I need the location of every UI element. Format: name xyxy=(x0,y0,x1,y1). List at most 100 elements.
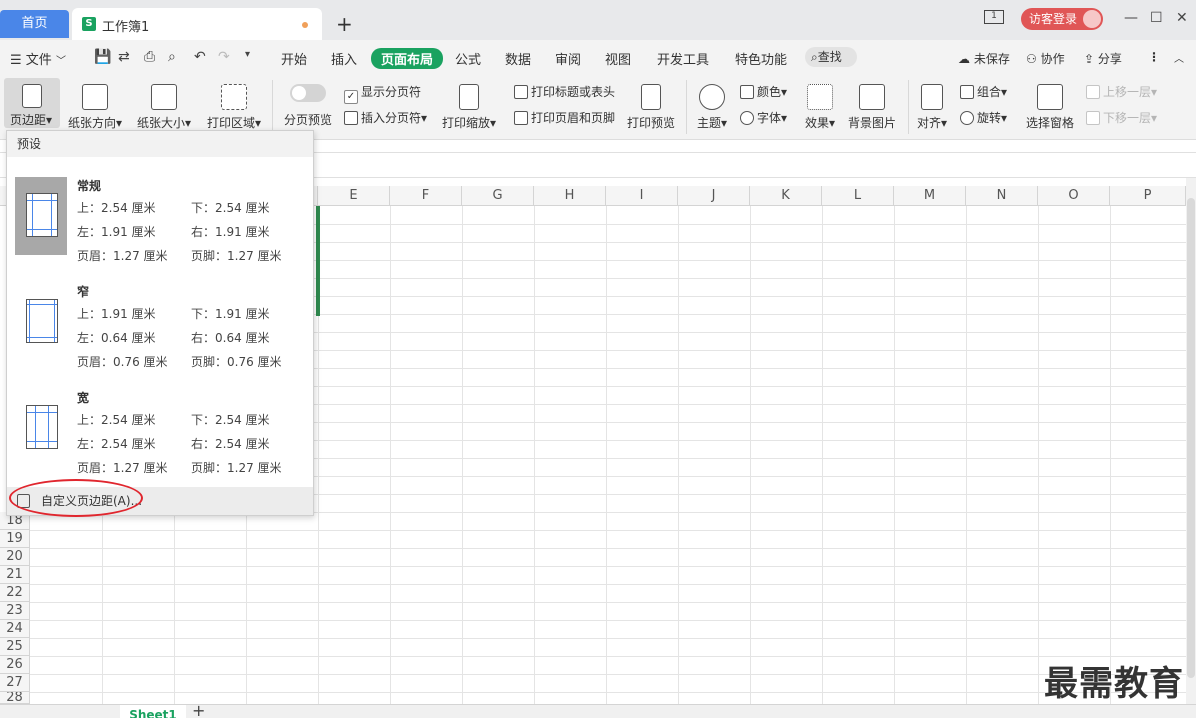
save-icon[interactable]: 💾 xyxy=(94,49,111,65)
print-preview-icon[interactable]: ⌕ xyxy=(168,49,176,65)
column-header-p[interactable]: P xyxy=(1110,186,1186,206)
align-button[interactable]: 对齐▾ xyxy=(914,78,950,131)
margin-left: 左：1.91 厘米 xyxy=(77,225,156,239)
collab-button[interactable]: ⚇ 协作 xyxy=(1026,50,1065,67)
column-header-f[interactable]: F xyxy=(390,186,462,206)
column-header-k[interactable]: K xyxy=(750,186,822,206)
column-header-i[interactable]: I xyxy=(606,186,678,206)
tab-view[interactable]: 视图 xyxy=(605,49,631,68)
rotate-icon xyxy=(960,111,974,125)
print-header-footer-button[interactable]: 打印页眉和页脚 xyxy=(514,109,615,126)
page-layout-indicator-icon[interactable]: 1 xyxy=(984,10,1004,24)
row-header-23[interactable]: 23 xyxy=(0,602,30,620)
print-header-footer-label: 打印页眉和页脚 xyxy=(531,111,616,125)
preset-thumb-bg xyxy=(15,177,67,255)
page-break-preview-toggle[interactable] xyxy=(290,84,326,102)
preset-wide[interactable]: 宽 上：2.54 厘米 下：2.54 厘米 左：2.54 厘米 右：2.54 厘… xyxy=(7,377,313,481)
undo-icon[interactable]: ↶ xyxy=(194,49,206,65)
orientation-button[interactable]: 纸张方向▾ xyxy=(66,78,124,131)
preset-name: 窄 xyxy=(77,285,90,299)
insert-page-break-button[interactable]: 插入分页符▾ xyxy=(344,109,427,126)
row-header-26[interactable]: 26 xyxy=(0,656,30,674)
grid-line xyxy=(30,602,1186,603)
column-header-j[interactable]: J xyxy=(678,186,750,206)
column-header-o[interactable]: O xyxy=(1038,186,1110,206)
row-header-27[interactable]: 27 xyxy=(0,674,30,692)
row-header-28[interactable]: 28 xyxy=(0,692,30,704)
grid-line xyxy=(30,656,1186,657)
more-options-icon[interactable]: ⋮ xyxy=(1148,50,1160,64)
fonts-button[interactable]: 字体▾ xyxy=(740,109,787,126)
login-button[interactable]: 访客登录 xyxy=(1021,8,1103,30)
tab-insert[interactable]: 插入 xyxy=(331,49,357,68)
print-preview-button[interactable]: 打印预览 xyxy=(626,78,676,131)
bring-forward-label: 上移一层 xyxy=(1103,85,1152,99)
colors-button[interactable]: 颜色▾ xyxy=(740,83,787,100)
scrollbar-thumb[interactable] xyxy=(1187,198,1195,678)
show-page-breaks-checkbox[interactable]: ✓ 显示分页符 xyxy=(344,83,421,104)
page-break-preview-label[interactable]: 分页预览 xyxy=(284,111,332,128)
bring-forward-button[interactable]: 上移一层▾ xyxy=(1086,83,1157,100)
grid-line xyxy=(30,566,1186,567)
effects-button[interactable]: 效果▾ xyxy=(802,78,838,131)
tab-page-layout[interactable]: 页面布局 xyxy=(371,48,444,69)
unsaved-status[interactable]: ☁ 未保存 xyxy=(958,50,1010,67)
paper-size-button[interactable]: 纸张大小▾ xyxy=(134,78,194,131)
row-header-22[interactable]: 22 xyxy=(0,584,30,602)
quick-access-dropdown-icon[interactable]: ▾ xyxy=(245,49,250,60)
column-header-l[interactable]: L xyxy=(822,186,894,206)
file-menu[interactable]: ☰ 文件 ﹀ xyxy=(10,49,66,68)
ribbon-divider xyxy=(908,80,909,134)
margin-bottom: 下：1.91 厘米 xyxy=(191,307,270,321)
tab-start[interactable]: 开始 xyxy=(281,49,307,68)
theme-button[interactable]: 主题▾ xyxy=(694,78,730,131)
column-header-g[interactable]: G xyxy=(462,186,534,206)
minimize-icon[interactable]: — xyxy=(1124,10,1138,26)
print-scale-button[interactable]: 打印缩放▾ xyxy=(440,78,498,131)
redo-icon[interactable]: ↷ xyxy=(218,49,230,65)
tab-special-features[interactable]: 特色功能 xyxy=(735,49,787,68)
tab-formulas[interactable]: 公式 xyxy=(455,49,481,68)
print-icon[interactable]: ⎙ xyxy=(144,49,155,65)
tab-workbook[interactable]: S 工作簿1 xyxy=(72,8,322,40)
orientation-icon xyxy=(82,84,108,110)
tab-review[interactable]: 审阅 xyxy=(555,49,581,68)
preset-normal[interactable]: 常规 上：2.54 厘米 下：2.54 厘米 左：1.91 厘米 右：1.91 … xyxy=(7,165,313,269)
tab-home[interactable]: 首页 xyxy=(0,10,69,38)
bring-forward-icon xyxy=(1086,85,1100,99)
sheet-tab-sheet1[interactable]: Sheet1 xyxy=(120,705,186,718)
column-header-m[interactable]: M xyxy=(894,186,966,206)
vertical-scrollbar[interactable] xyxy=(1186,178,1196,704)
margin-footer: 页脚：1.27 厘米 xyxy=(191,249,282,263)
export-icon[interactable]: ⇄ xyxy=(118,49,130,65)
margins-label[interactable]: 页边距▾ xyxy=(10,111,52,128)
column-header-e[interactable]: E xyxy=(318,186,390,206)
group-button[interactable]: 组合▾ xyxy=(960,83,1007,100)
preset-narrow[interactable]: 窄 上：1.91 厘米 下：1.91 厘米 左：0.64 厘米 右：0.64 厘… xyxy=(7,271,313,375)
send-backward-button[interactable]: 下移一层▾ xyxy=(1086,109,1157,126)
share-button[interactable]: ⇪ 分享 xyxy=(1084,50,1122,67)
search-button[interactable]: ⌕查找 xyxy=(805,47,857,67)
row-header-25[interactable]: 25 xyxy=(0,638,30,656)
row-header-20[interactable]: 20 xyxy=(0,548,30,566)
tab-developer[interactable]: 开发工具 xyxy=(657,49,709,68)
selection-pane-button[interactable]: 选择窗格 xyxy=(1024,78,1076,131)
ribbon-divider xyxy=(272,80,273,134)
rotate-button[interactable]: 旋转▾ xyxy=(960,109,1007,126)
tab-data[interactable]: 数据 xyxy=(505,49,531,68)
row-header-24[interactable]: 24 xyxy=(0,620,30,638)
column-header-h[interactable]: H xyxy=(534,186,606,206)
add-sheet-button[interactable]: + xyxy=(192,701,205,718)
colors-label: 颜色 xyxy=(757,85,782,99)
margin-footer: 页脚：1.27 厘米 xyxy=(191,461,282,475)
print-titles-button[interactable]: 打印标题或表头 xyxy=(514,83,615,100)
print-area-button[interactable]: 打印区域▾ xyxy=(204,78,264,131)
row-header-21[interactable]: 21 xyxy=(0,566,30,584)
close-icon[interactable]: ✕ xyxy=(1176,10,1188,26)
collapse-ribbon-icon[interactable]: ︿ xyxy=(1174,50,1184,65)
row-header-19[interactable]: 19 xyxy=(0,530,30,548)
new-tab-button[interactable]: + xyxy=(336,12,353,36)
column-header-n[interactable]: N xyxy=(966,186,1038,206)
maximize-icon[interactable]: ☐ xyxy=(1150,10,1163,26)
background-image-button[interactable]: 背景图片 xyxy=(846,78,898,131)
